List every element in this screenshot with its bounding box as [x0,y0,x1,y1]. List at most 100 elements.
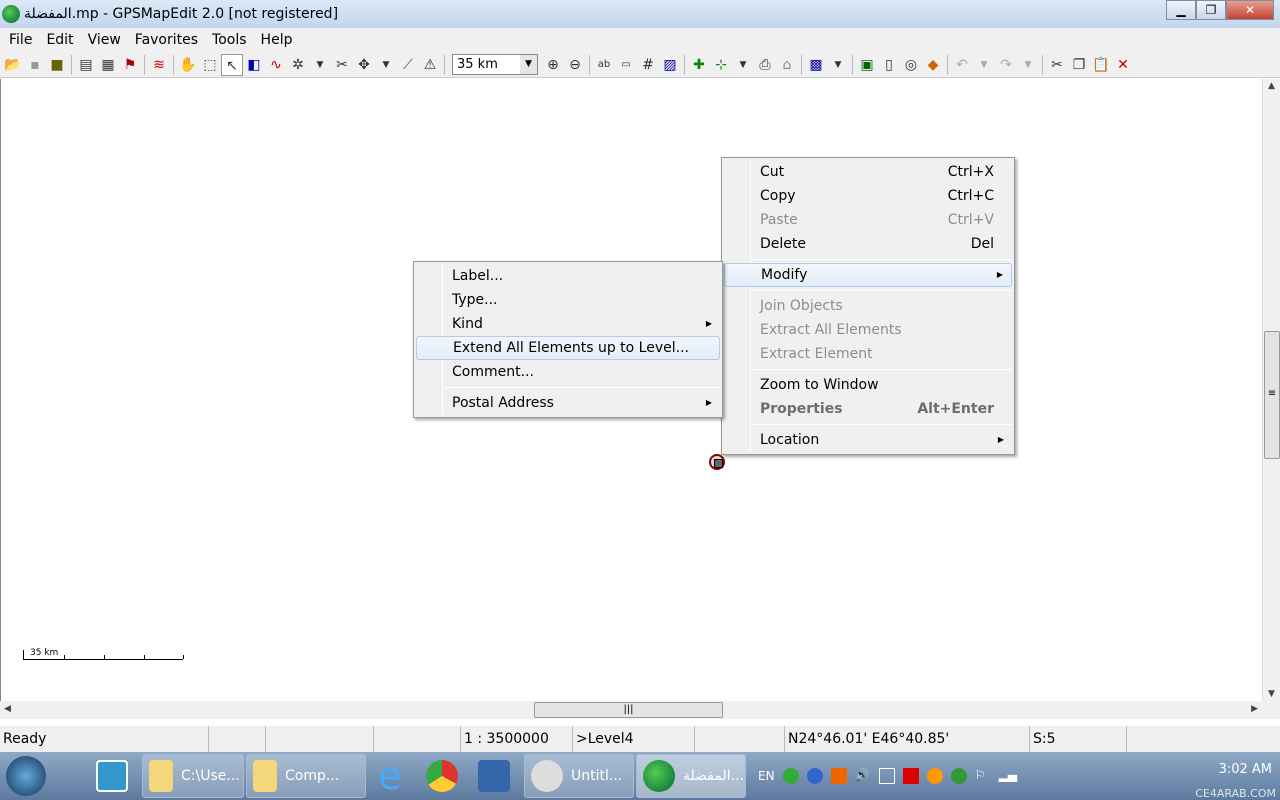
dropdown-icon[interactable]: ▼ [732,54,754,76]
menu-view[interactable]: View [81,32,128,48]
minimize-button[interactable]: ▁ [1166,0,1196,20]
hatch-icon[interactable]: ▨ [659,54,681,76]
flag-icon[interactable]: ⚑ [119,54,141,76]
menu-item-delete[interactable]: Delete Del [724,232,1012,256]
move-icon[interactable]: ✥ [353,54,375,76]
vertical-scrollbar[interactable]: ▲ ≡ ▼ [1262,79,1280,701]
menu-item-modify[interactable]: Modify ▶ [724,263,1012,287]
paste-icon[interactable]: 📋 [1090,54,1112,76]
edit-node-icon[interactable]: ◧ [243,54,265,76]
restore-button[interactable]: ❐ [1196,0,1226,20]
dropdown-icon[interactable]: ▼ [973,54,995,76]
volume-icon[interactable]: 🔊 [855,768,871,784]
taskbar-item-gpsmapedit[interactable]: المفضلة... [636,754,746,798]
menu-item-join-objects[interactable]: Join Objects [724,294,1012,318]
dropdown-icon[interactable]: ▼ [375,54,397,76]
layers-icon[interactable]: ▣ [856,54,878,76]
menu-item-extract-element[interactable]: Extract Element [724,342,1012,366]
menu-file[interactable]: File [2,32,39,48]
menu-item-label[interactable]: Label... [416,264,720,288]
media-player-button[interactable] [90,754,142,798]
vertical-scroll-thumb[interactable]: ≡ [1264,331,1280,459]
tray-app-icon[interactable] [806,768,823,784]
labels-icon[interactable]: ab [593,54,615,76]
start-button[interactable] [0,754,60,798]
menu-item-paste[interactable]: Paste Ctrl+V [724,208,1012,232]
menu-item-cut[interactable]: Cut Ctrl+X [724,160,1012,184]
redo-icon[interactable]: ↷ [995,54,1017,76]
zoom-out-icon[interactable]: ⊖ [564,54,586,76]
scale-ruler-icon[interactable]: ▭ [615,54,637,76]
menu-item-type[interactable]: Type... [416,288,720,312]
tray-app-icon[interactable] [926,768,943,784]
export-icon[interactable]: ■ [46,54,68,76]
open-icon[interactable]: 📂 [2,54,24,76]
action-center-flag-icon[interactable]: ⚐ [975,768,991,784]
map-scale-bar: 35 km [23,648,184,660]
magic-icon[interactable]: ✲ [287,54,309,76]
cut-icon[interactable]: ✂ [1046,54,1068,76]
chevron-down-icon[interactable]: ▼ [520,55,537,74]
map-poi-icon[interactable] [709,454,725,470]
print-icon[interactable]: ⎙ [754,54,776,76]
node-icon[interactable]: ⟋ [397,54,419,76]
java-icon[interactable] [830,768,847,784]
wizard-icon[interactable]: ▦ [97,54,119,76]
select-arrow-icon[interactable]: ↖ [221,53,243,76]
chrome-button[interactable] [420,754,472,798]
copy-icon[interactable]: ❐ [1068,54,1090,76]
menu-tools[interactable]: Tools [205,32,254,48]
menu-item-copy[interactable]: Copy Ctrl+C [724,184,1012,208]
ie-button[interactable]: e [368,754,420,798]
waypoint-icon[interactable]: ◆ [922,54,944,76]
menu-favorites[interactable]: Favorites [128,32,205,48]
network-globe-icon[interactable] [950,768,967,784]
house-icon[interactable]: ⌂ [776,54,798,76]
dropdown-icon[interactable]: ▼ [309,54,331,76]
signal-icon[interactable]: ▂▄ [999,768,1017,784]
menu-item-comment[interactable]: Comment... [416,360,720,384]
menu-item-kind[interactable]: Kind ▶ [416,312,720,336]
zoom-in-icon[interactable]: ⊕ [542,54,564,76]
map-view-icon[interactable]: ▩ [805,54,827,76]
horizontal-scroll-thumb[interactable]: ||| [534,702,723,718]
menu-item-postal-address[interactable]: Postal Address ▶ [416,391,720,415]
horizontal-scrollbar[interactable]: ◀ ||| ▶ [0,701,1280,719]
gps-icon[interactable]: ◎ [900,54,922,76]
scale-combobox[interactable]: 35 km ▼ [452,54,538,75]
title-bar: المفضلة.mp - GPSMapEdit 2.0 [not registe… [0,0,1280,28]
grid-icon[interactable]: # [637,54,659,76]
menu-item-properties[interactable]: Properties Alt+Enter [724,397,1012,421]
taskbar-item-explorer-2[interactable]: Comp... [246,754,366,798]
close-button[interactable]: ✕ [1226,0,1274,20]
polyline-icon[interactable]: ∿ [265,54,287,76]
menu-item-extract-all-elements[interactable]: Extract All Elements [724,318,1012,342]
undo-icon[interactable]: ↶ [951,54,973,76]
menu-item-zoom-to-window[interactable]: Zoom to Window [724,373,1012,397]
dropdown-icon[interactable]: ▼ [1017,54,1039,76]
menu-item-location[interactable]: Location ▶ [724,428,1012,452]
dropdown-icon[interactable]: ▼ [827,54,849,76]
track-icon[interactable]: ≋ [148,54,170,76]
add-point-icon[interactable]: ✚ [688,54,710,76]
menu-edit[interactable]: Edit [39,32,80,48]
keyboard-app-button[interactable] [472,754,524,798]
cut-select-icon[interactable]: ✂ [331,54,353,76]
measure-icon[interactable]: ⚠ [419,54,441,76]
page-icon[interactable]: ▯ [878,54,900,76]
taskbar-item-paint[interactable]: Untitl... [524,754,634,798]
properties-icon[interactable]: ▤ [75,54,97,76]
delete-icon[interactable]: ✕ [1112,54,1134,76]
save-icon[interactable]: ▪ [24,54,46,76]
ati-icon[interactable] [902,768,919,784]
language-indicator[interactable]: EN [758,769,775,783]
menu-item-extend-all-elements[interactable]: Extend All Elements up to Level... [416,336,720,360]
zoom-rect-icon[interactable]: ⬚ [199,54,221,76]
hand-icon[interactable]: ✋ [177,54,199,76]
add-point-dropdown-icon[interactable]: ⊹ [710,54,732,76]
taskbar-item-explorer-1[interactable]: C:\Use... [142,754,244,798]
clock[interactable]: 3:02 AM [1219,762,1272,777]
tray-app-icon[interactable] [782,768,799,784]
usb-icon[interactable] [878,768,895,784]
menu-help[interactable]: Help [254,32,300,48]
